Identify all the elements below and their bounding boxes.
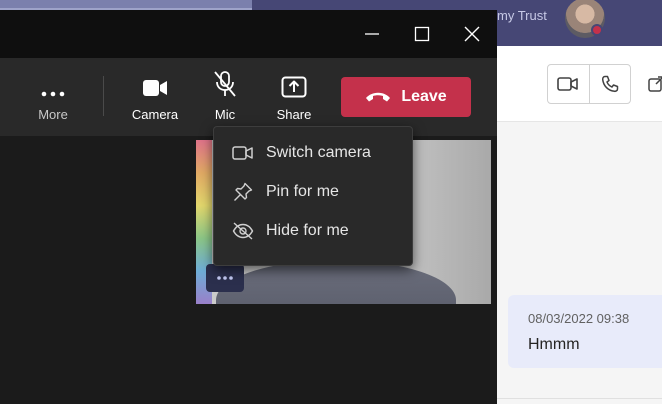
mic-button[interactable]: Mic — [207, 58, 243, 136]
more-dots-icon — [41, 91, 65, 97]
share-tray-icon — [281, 76, 307, 98]
pin-icon — [232, 181, 254, 203]
close-icon — [464, 26, 480, 42]
menu-item-switch-camera[interactable]: Switch camera — [214, 133, 412, 172]
camera-label: Camera — [131, 107, 179, 122]
audio-call-button[interactable] — [588, 65, 631, 103]
more-dots-icon — [217, 276, 233, 280]
pop-out-button[interactable] — [648, 70, 662, 98]
close-button[interactable] — [456, 18, 488, 50]
background-window-title: my Trust — [497, 8, 547, 23]
minimize-icon — [365, 33, 379, 35]
menu-item-label: Hide for me — [266, 221, 349, 239]
hang-up-icon — [366, 92, 391, 102]
video-tile-more-button[interactable] — [206, 264, 244, 292]
toolbar-divider — [103, 76, 104, 116]
leave-button[interactable]: Leave — [341, 77, 471, 117]
pop-out-icon — [648, 76, 662, 92]
video-camera-icon — [232, 142, 254, 164]
more-actions-button[interactable]: More — [30, 58, 76, 136]
video-call-icon — [557, 77, 579, 91]
menu-item-label: Switch camera — [266, 143, 371, 161]
message-timestamp: 08/03/2022 09:38 — [528, 311, 630, 326]
menu-item-pin-for-me[interactable]: Pin for me — [214, 172, 412, 211]
menu-item-hide-for-me[interactable]: Hide for me — [214, 211, 412, 250]
camera-button[interactable]: Camera — [128, 58, 182, 136]
presence-status-busy — [591, 24, 603, 36]
eye-off-icon — [232, 220, 254, 242]
meeting-title-bar — [0, 10, 497, 58]
minimize-button[interactable] — [356, 18, 388, 50]
maximize-icon — [414, 26, 430, 42]
menu-item-label: Pin for me — [266, 182, 339, 200]
meeting-toolbar: More Camera Mic Share Leave — [0, 58, 497, 136]
video-camera-icon — [143, 80, 167, 96]
call-buttons-group — [547, 64, 631, 104]
video-call-button[interactable] — [548, 65, 589, 103]
share-button[interactable]: Share — [274, 58, 314, 136]
chat-message[interactable]: 08/03/2022 09:38 Hmmm — [508, 295, 662, 368]
maximize-button[interactable] — [406, 18, 438, 50]
share-label: Share — [276, 107, 312, 122]
leave-label: Leave — [401, 88, 447, 105]
mic-off-icon — [214, 71, 236, 97]
message-text: Hmmm — [528, 336, 580, 353]
video-tile-context-menu: Switch camera Pin for me Hide for me — [213, 126, 413, 266]
phone-icon — [601, 75, 618, 93]
more-label: More — [38, 107, 68, 122]
mic-label: Mic — [214, 107, 236, 122]
